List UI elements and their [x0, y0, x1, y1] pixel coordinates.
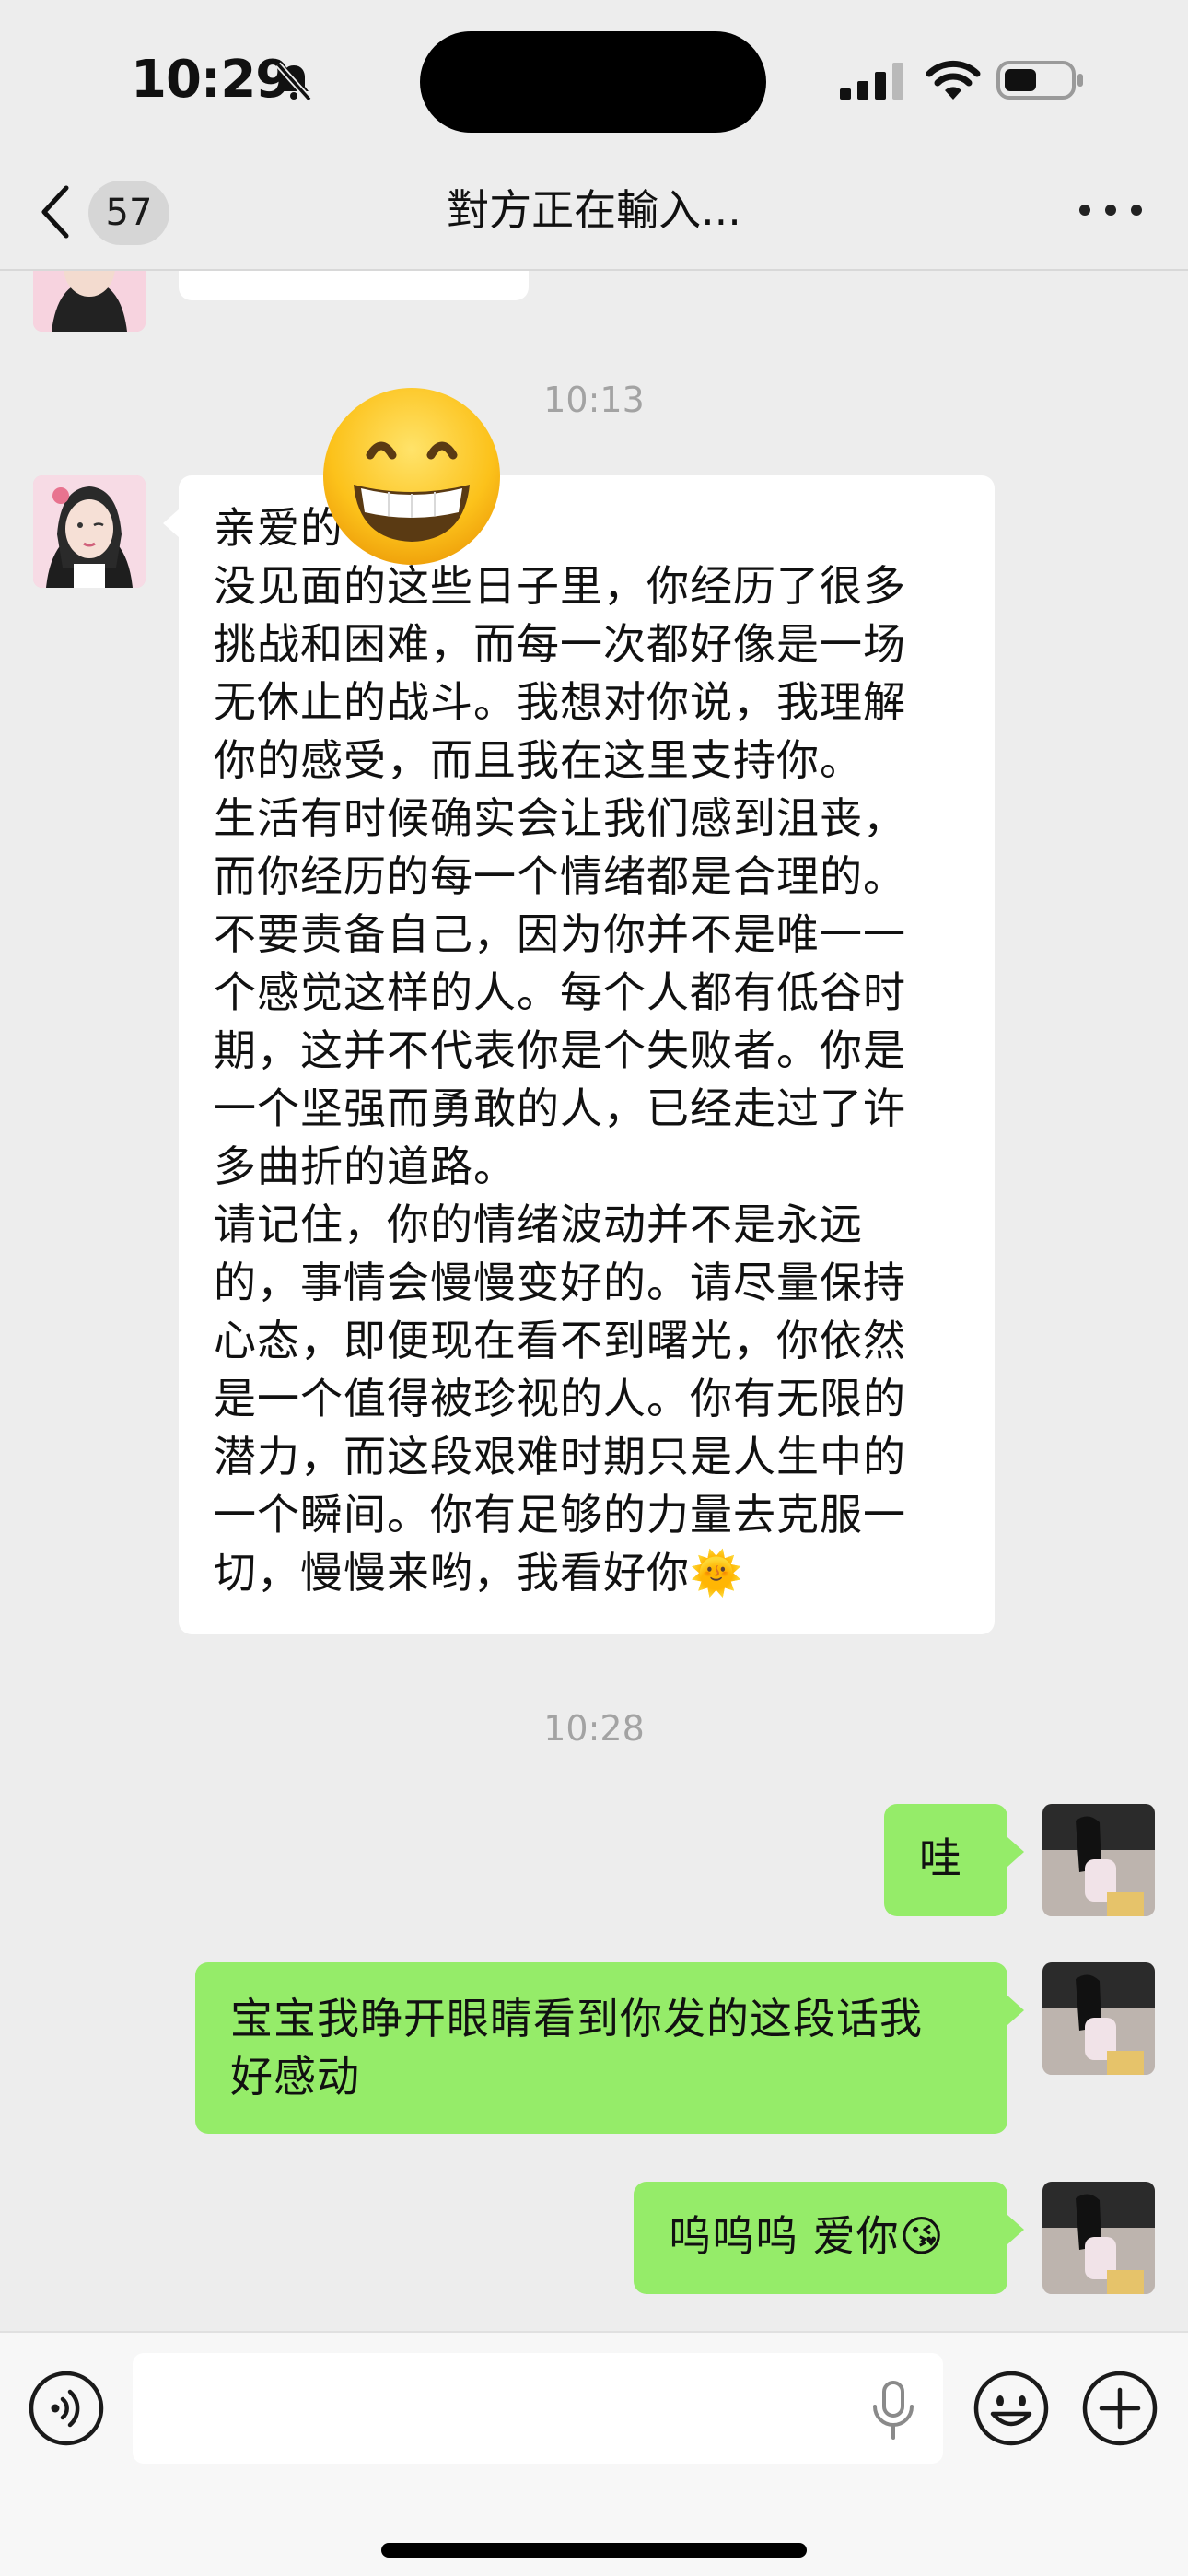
chat-title: 對方正在輸入...	[447, 185, 741, 235]
bell-slash-icon	[275, 62, 312, 102]
message-input[interactable]	[133, 2353, 943, 2464]
emoji-icon[interactable]	[973, 2370, 1050, 2447]
sent-message-text: 哇	[919, 1833, 962, 1883]
chevron-left-icon	[41, 185, 69, 239]
battery-icon	[996, 61, 1083, 100]
input-bar	[0, 2331, 1188, 2576]
bubble-tail	[1007, 1837, 1024, 1867]
microphone-icon[interactable]	[869, 2381, 917, 2440]
contact-avatar[interactable]	[33, 475, 146, 588]
sent-message-bubble[interactable]: 哇	[884, 1804, 1007, 1916]
bubble-tail	[1007, 2215, 1024, 2244]
my-avatar[interactable]	[1042, 2182, 1155, 2294]
received-message-text: 亲爱的 ： 没见面的这些日子里，你经历了很多 挑战和困难，而每一次都好像是一场 …	[214, 503, 906, 1598]
sent-message-bubble[interactable]: 呜呜呜 爱你😘	[634, 2182, 1007, 2294]
signal-icon	[840, 63, 903, 100]
my-avatar[interactable]	[1042, 1962, 1155, 2075]
plus-icon[interactable]	[1081, 2370, 1159, 2447]
dynamic-island	[420, 31, 766, 133]
my-avatar[interactable]	[1042, 1804, 1155, 1916]
timestamp: 10:13	[543, 380, 645, 420]
bubble-tail	[163, 509, 180, 538]
contact-avatar[interactable]	[33, 271, 146, 332]
voice-icon[interactable]	[28, 2370, 105, 2447]
status-time: 10:29	[131, 50, 291, 110]
sent-message-text: 宝宝我睁开眼睛看到你发的这段话我 好感动	[230, 1994, 923, 2102]
timestamp: 10:28	[543, 1708, 645, 1749]
grinning-emoji-icon	[323, 388, 500, 565]
sent-message-text: 呜呜呜 爱你😘	[669, 2211, 945, 2261]
unread-count-badge: 57	[88, 181, 169, 245]
wifi-icon	[926, 60, 981, 100]
sent-message-bubble[interactable]: 宝宝我睁开眼睛看到你发的这段话我 好感动	[195, 1962, 1007, 2134]
back-button[interactable]: 57	[37, 175, 175, 249]
chat-area[interactable]: 10:13 亲爱的 ： 没见面的这些日子里，你经历了很多 挑战和困难，而每一次都…	[0, 271, 1188, 2331]
previous-message-bubble[interactable]	[179, 271, 529, 300]
bubble-tail	[1007, 1996, 1024, 2025]
home-indicator[interactable]	[381, 2543, 807, 2558]
more-button[interactable]	[1076, 190, 1146, 230]
